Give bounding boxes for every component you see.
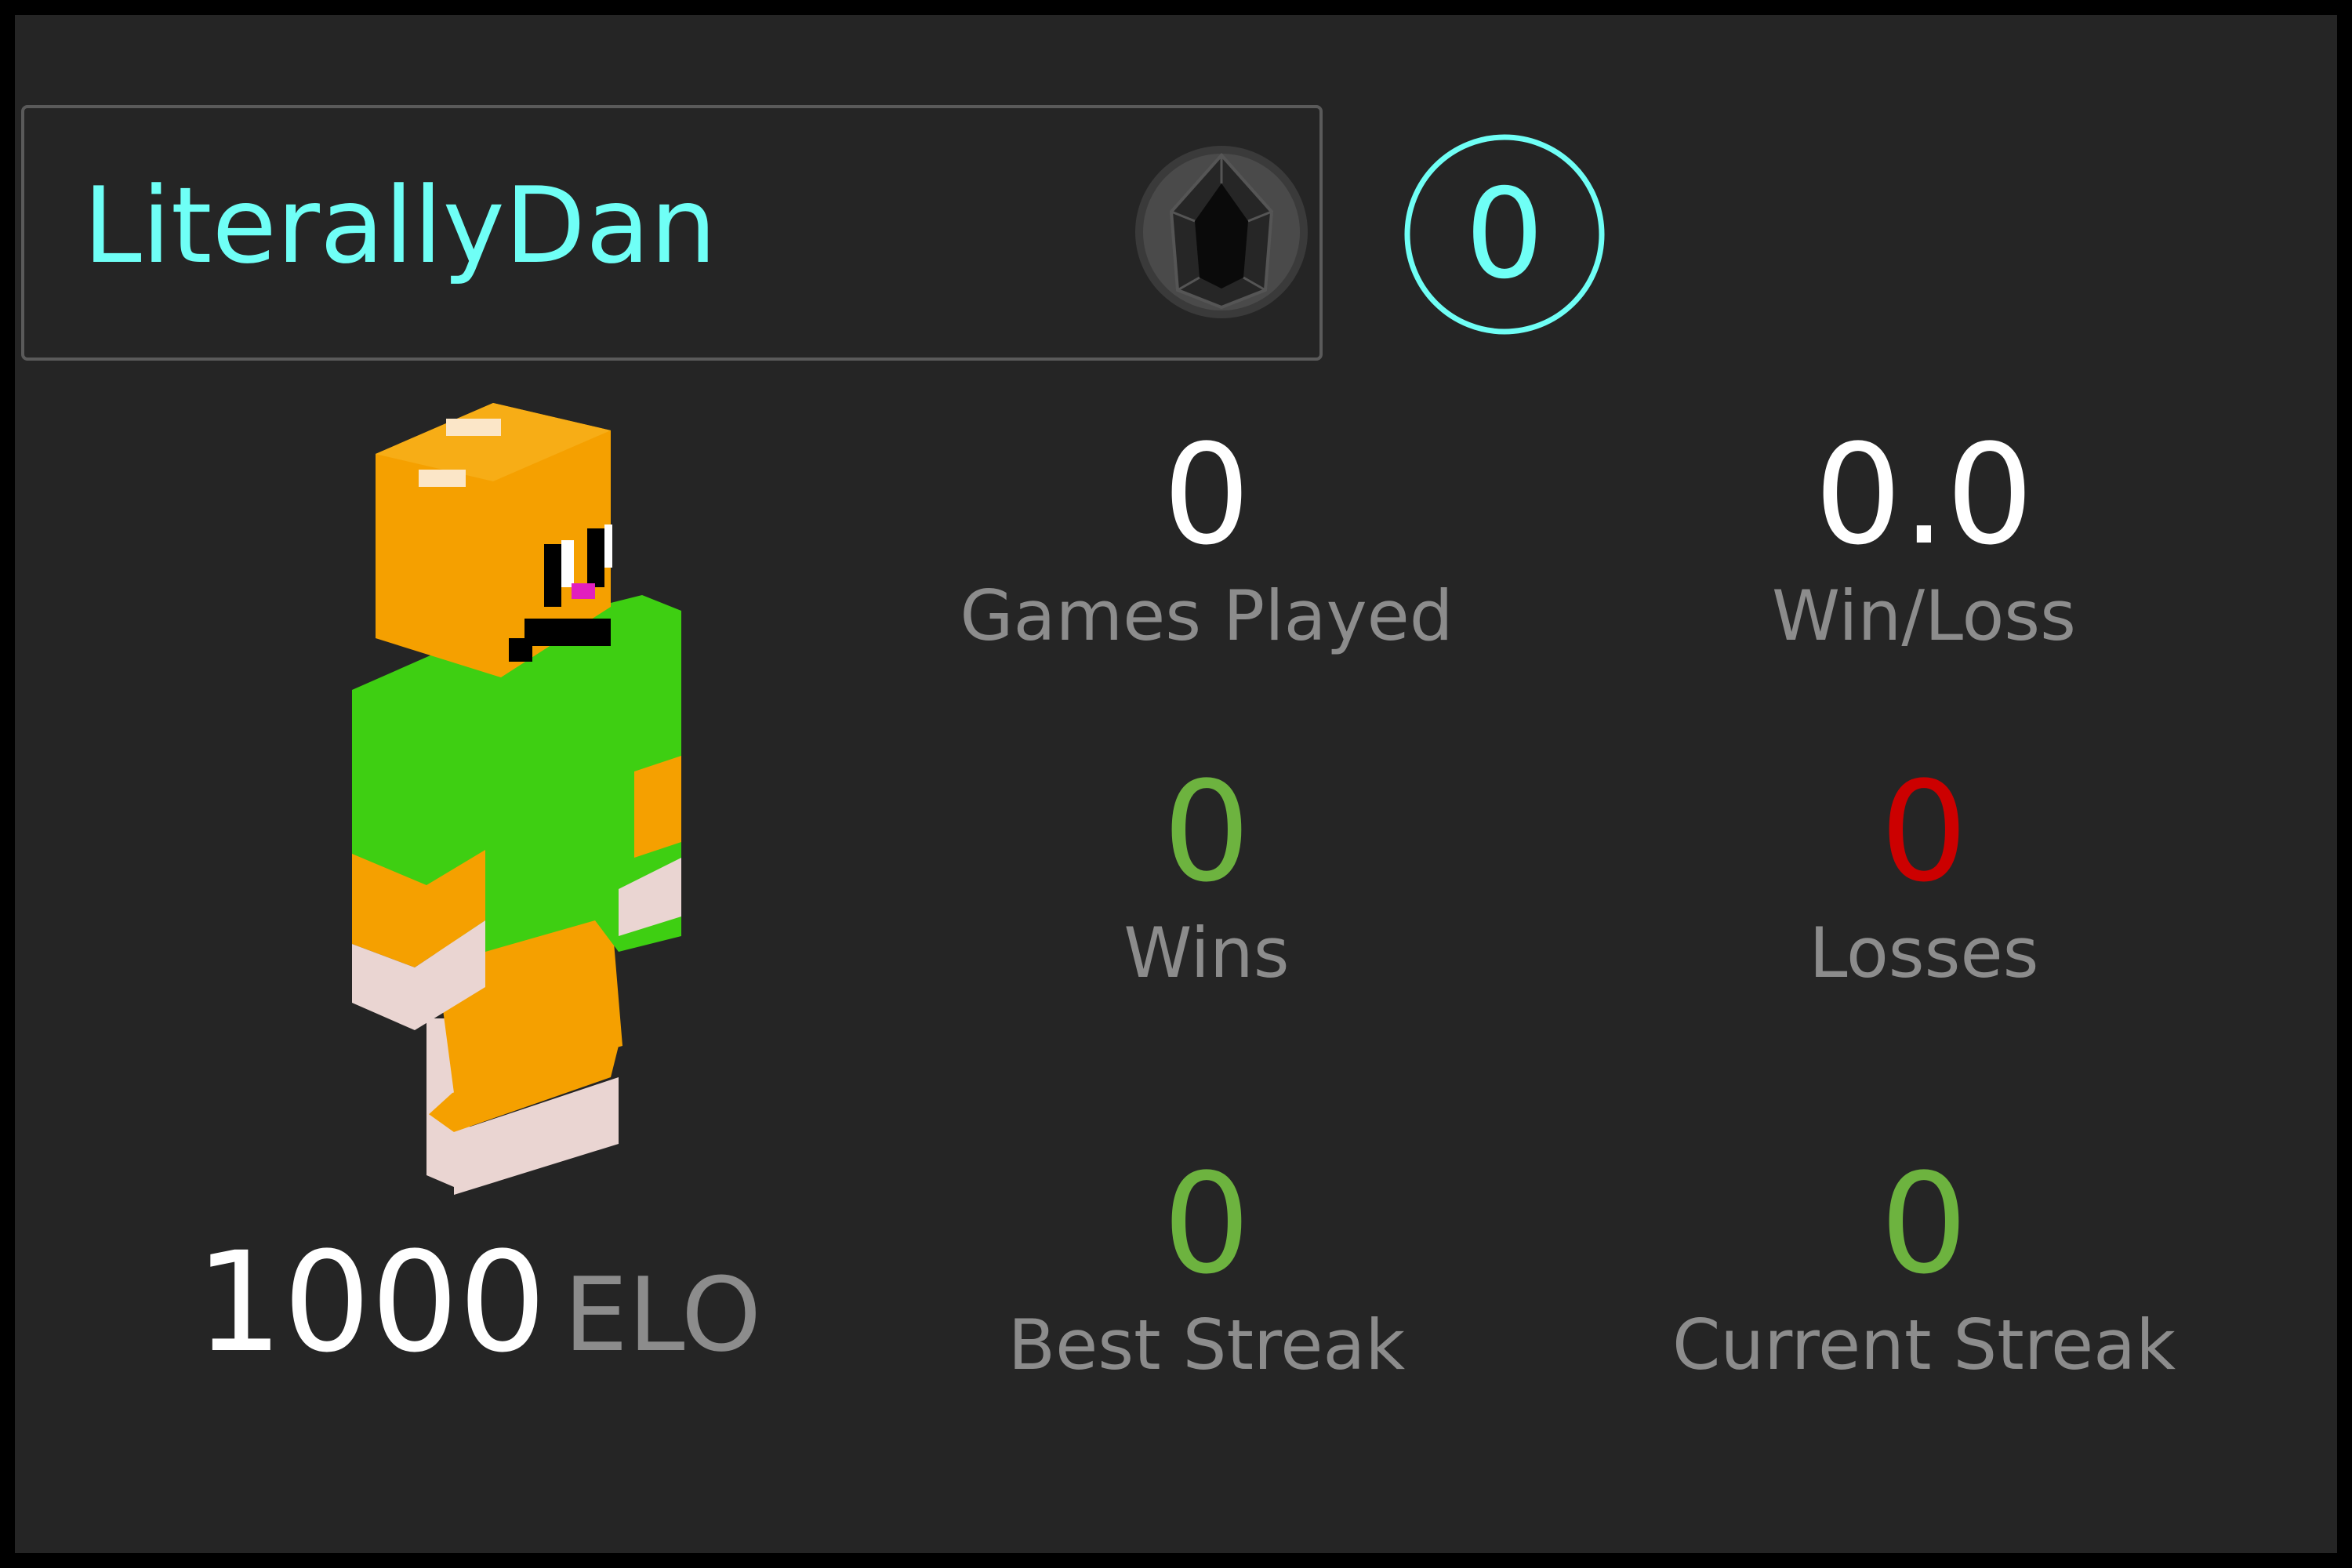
stat-games-played: 0 Games Played: [854, 426, 1559, 655]
stat-current-streak: 0 Current Streak: [1571, 1156, 2277, 1385]
wins-value: 0: [1163, 752, 1250, 913]
games-played-value: 0: [1163, 415, 1250, 575]
wins-label: Wins: [1123, 913, 1290, 993]
minecraft-skin-avatar: [352, 403, 681, 1195]
elo-label: ELO: [563, 1255, 762, 1374]
elo-display: 1000 ELO: [195, 1222, 761, 1383]
player-name-box: LiterallyDan: [21, 105, 1323, 361]
losses-label: Losses: [1809, 913, 2039, 993]
black-gem-icon: [1135, 146, 1308, 318]
best-streak-value: 0: [1163, 1144, 1250, 1305]
stat-best-streak: 0 Best Streak: [854, 1156, 1559, 1385]
win-loss-value: 0.0: [1814, 415, 2034, 575]
stat-wins: 0 Wins: [854, 764, 1559, 993]
games-played-label: Games Played: [960, 575, 1454, 656]
level-value: 0: [1465, 162, 1544, 307]
win-loss-label: Win/Loss: [1772, 575, 2076, 656]
stat-losses: 0 Losses: [1571, 764, 2277, 993]
player-name: LiterallyDan: [83, 165, 717, 287]
player-stats-card: LiterallyDan 0 1000 ELO 0 Games Played 0…: [15, 15, 2337, 1553]
current-streak-label: Current Streak: [1671, 1305, 2176, 1385]
elo-value: 1000: [195, 1222, 546, 1383]
losses-value: 0: [1880, 752, 1968, 913]
best-streak-label: Best Streak: [1007, 1305, 1406, 1385]
current-streak-value: 0: [1880, 1144, 1968, 1305]
stat-win-loss: 0.0 Win/Loss: [1571, 426, 2277, 655]
